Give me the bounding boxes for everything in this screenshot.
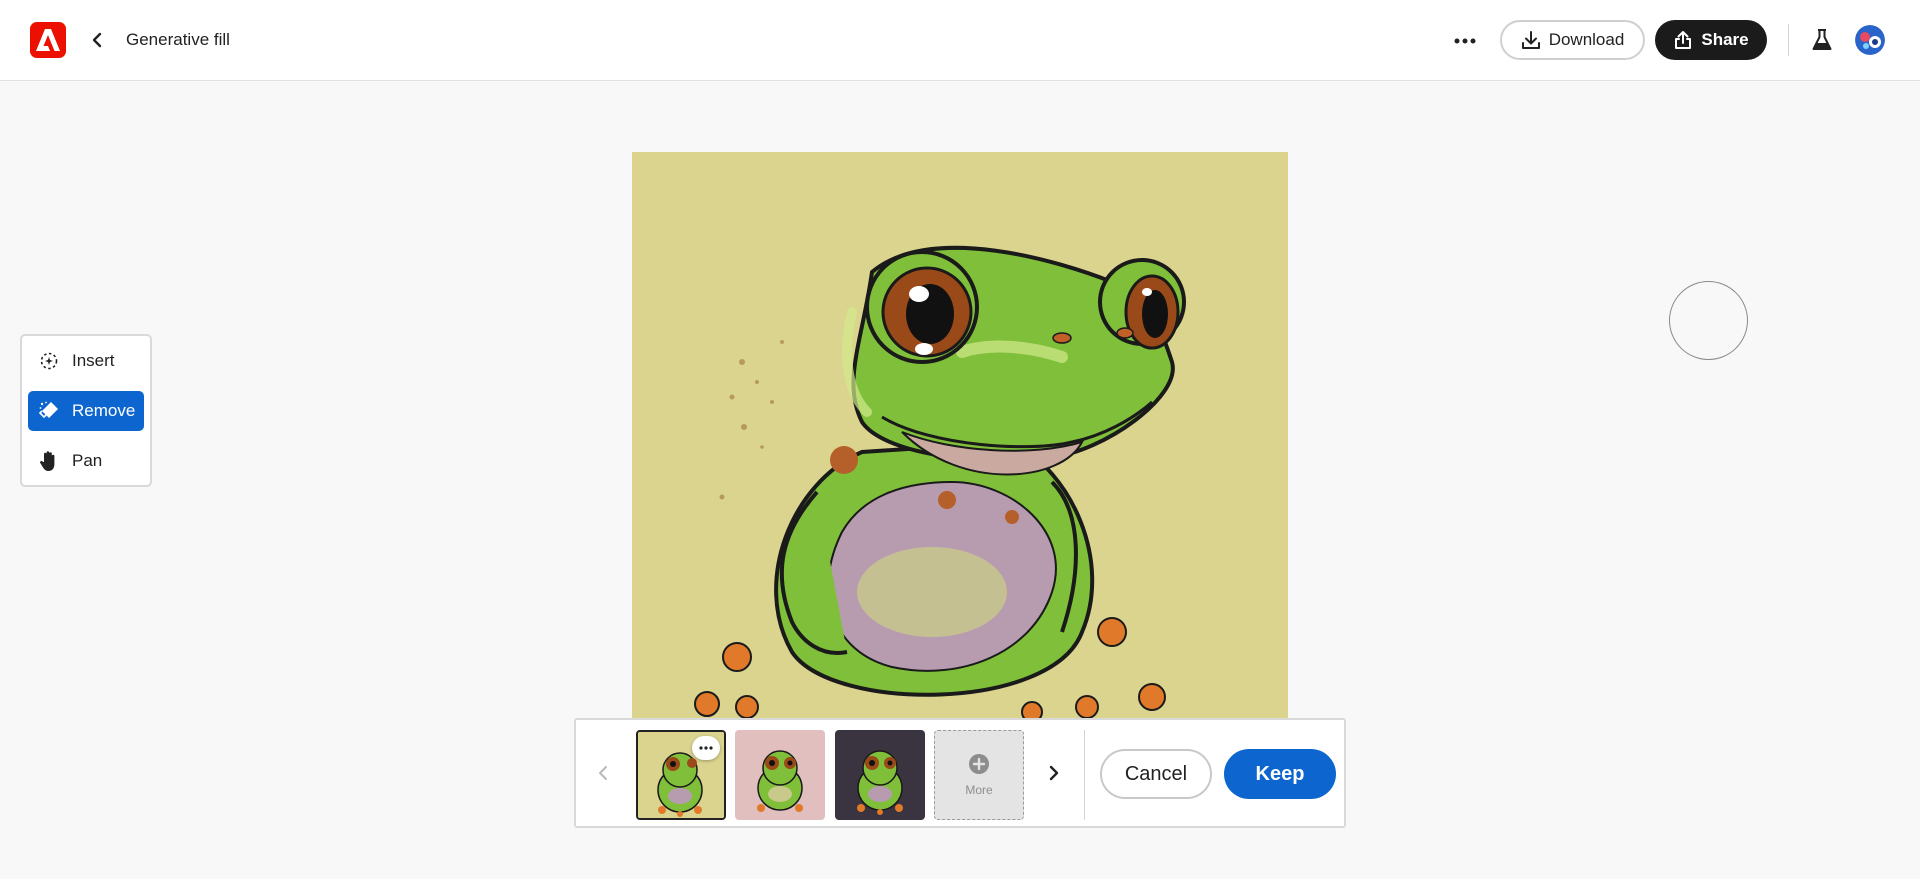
ellipsis-icon [1454,38,1476,44]
header-divider [1788,24,1789,56]
variation-thumbnail-2[interactable] [735,730,825,820]
beaker-button[interactable] [1806,24,1838,56]
variation-bar-divider [1084,730,1085,820]
cancel-button[interactable]: Cancel [1100,749,1212,799]
previous-variations-button[interactable] [590,758,616,788]
share-button[interactable]: Share [1655,20,1767,60]
page-title: Generative fill [126,30,230,49]
brush-cursor [1669,281,1748,360]
next-variations-button[interactable] [1041,758,1067,788]
adobe-logo-icon[interactable] [30,22,66,58]
keep-button[interactable]: Keep [1224,749,1336,799]
more-options-button[interactable] [1450,26,1480,56]
back-button[interactable] [82,24,112,56]
tool-remove[interactable]: Remove [28,391,144,431]
thumbnail-options-button[interactable] [692,736,720,760]
download-icon [1521,31,1540,49]
plus-circle-icon [969,754,989,774]
app-header: Generative fill Download Share [0,0,1920,81]
share-label: Share [1701,30,1749,49]
avatar[interactable] [1855,25,1885,55]
ellipsis-icon [699,746,713,750]
chevron-left-icon [92,32,102,48]
tool-remove-label: Remove [72,401,136,420]
chevron-right-icon [1049,765,1059,781]
frog-image [632,152,1288,718]
tool-pan-label: Pan [72,451,103,470]
chevron-left-icon [599,766,607,780]
variation-thumbnail-1[interactable] [636,730,726,820]
remove-eraser-icon [38,400,60,422]
hand-icon [38,450,60,472]
beaker-icon [1812,29,1832,50]
tool-pan[interactable]: Pan [28,441,144,481]
variation-thumbnail-3[interactable] [835,730,925,820]
variation-bar: More Cancel Keep [574,718,1346,828]
tool-insert[interactable]: Insert [28,341,144,381]
more-variations-button[interactable]: More [934,730,1024,820]
tool-panel: Insert Remove Pan [20,334,152,487]
image-canvas[interactable] [632,152,1288,718]
tool-insert-label: Insert [72,351,115,370]
insert-sparkle-icon [38,350,60,372]
more-variations-label: More [965,783,993,797]
download-label: Download [1548,30,1625,49]
download-button[interactable]: Download [1500,20,1645,60]
share-icon [1675,31,1692,49]
